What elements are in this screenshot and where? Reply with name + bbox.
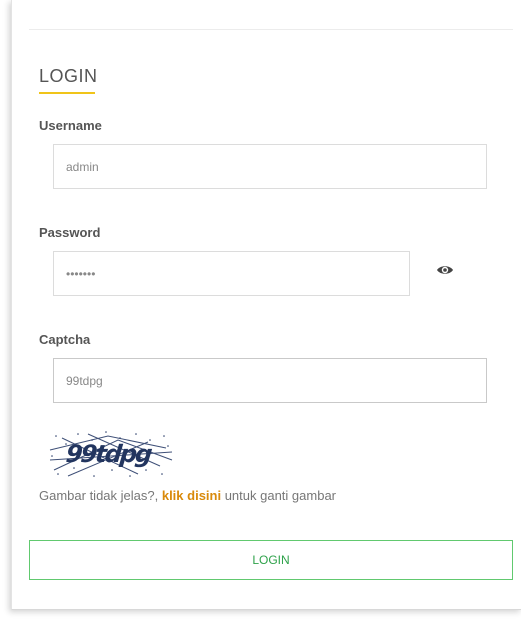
page-title: LOGIN: [39, 66, 98, 86]
username-label: Username: [39, 118, 102, 133]
login-button[interactable]: LOGIN: [29, 540, 513, 580]
password-input[interactable]: [53, 251, 410, 296]
captcha-label: Captcha: [39, 332, 91, 347]
captcha-input[interactable]: [53, 358, 487, 403]
refresh-captcha-link[interactable]: klik disini: [162, 488, 221, 503]
hint-suffix: untuk ganti gambar: [221, 488, 336, 503]
top-divider: [29, 29, 513, 30]
title-underline: [39, 92, 95, 94]
username-input[interactable]: [53, 144, 487, 189]
captcha-image-text: 99tdpg: [64, 440, 152, 468]
hint-prefix: Gambar tidak jelas?,: [39, 488, 162, 503]
captcha-hint: Gambar tidak jelas?, klik disini untuk g…: [39, 488, 336, 503]
eye-icon[interactable]: [436, 263, 454, 277]
login-page: LOGIN Username Password Captcha: [0, 0, 521, 619]
password-label: Password: [39, 225, 101, 240]
